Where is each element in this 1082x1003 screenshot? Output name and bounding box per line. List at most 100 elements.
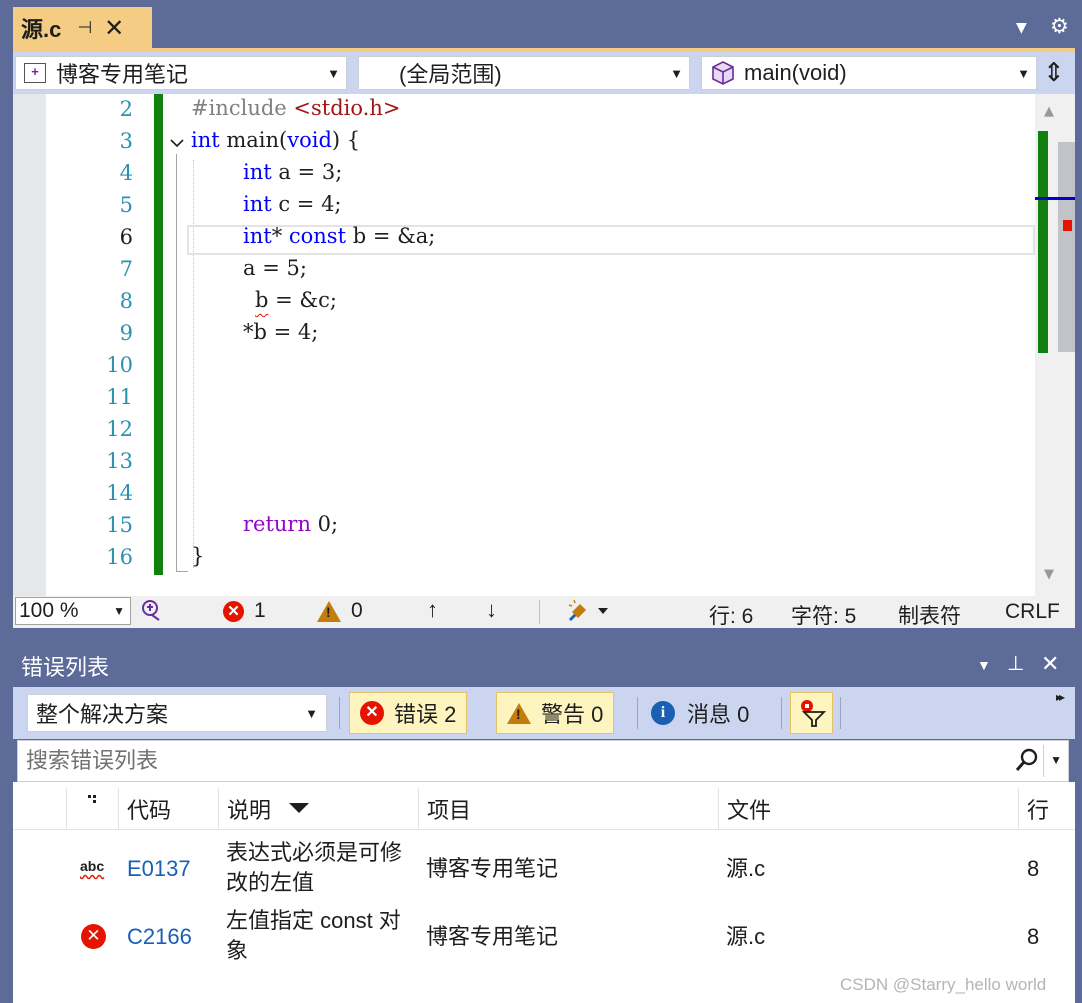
code-editor[interactable]: 2 3 4 5 6 7 8 9 10 11 12 13 14 15 16 #in…	[13, 94, 1075, 596]
warnings-filter-button[interactable]: 警告 0	[496, 692, 615, 734]
pointer-star: *	[243, 320, 254, 344]
chevron-down-icon[interactable]: ▼	[1050, 753, 1062, 767]
line-number: 7	[119, 257, 133, 281]
zoom-dropdown[interactable]: 100 % ▼	[15, 597, 131, 625]
punctuation: ) {	[331, 128, 361, 152]
warnings-filter-label: 警告 0	[541, 702, 604, 727]
table-row[interactable]: abc E0137 表达式必须是可修 改的左值 博客专用笔记 源.c 8	[13, 834, 1075, 904]
close-icon[interactable]: ✕	[1041, 651, 1059, 677]
column-label: 说明	[227, 798, 272, 823]
warning-count[interactable]: 0	[317, 599, 363, 623]
outline-fold-end	[176, 571, 188, 572]
filter-icon	[800, 700, 826, 727]
column-header-severity[interactable]	[66, 788, 118, 830]
statement: = &c;	[268, 288, 337, 312]
statement: a = 3;	[271, 160, 343, 184]
line-number: 5	[119, 193, 133, 217]
scope-filter-value: 整个解决方案	[36, 702, 169, 727]
column-header-file[interactable]: 文件	[718, 788, 1018, 830]
scroll-down-icon[interactable]: ▼	[1044, 567, 1054, 582]
line-number: 15	[106, 513, 133, 537]
zoom-level: 100 %	[19, 599, 79, 622]
line-number: 16	[106, 545, 133, 569]
table-row[interactable]: ✕ C2166 左值指定 const 对 象 博客专用笔记 源.c 8	[13, 904, 1075, 974]
info-icon: i	[651, 701, 675, 725]
search-input[interactable]	[26, 748, 1006, 774]
error-line: 8	[1027, 856, 1040, 881]
tab-list-dropdown-icon[interactable]: ▼	[1016, 20, 1027, 36]
line-number: 2	[119, 97, 133, 121]
error-list-titlebar[interactable]: 错误列表 ▼ ⊥ ✕	[13, 645, 1075, 687]
keyword: const	[288, 224, 347, 248]
scope-dropdown[interactable]: (全局范围) ▼	[358, 56, 690, 90]
code-line-3: int main(void) {	[191, 128, 360, 152]
split-window-icon[interactable]: ⇕	[1043, 58, 1065, 88]
overview-error-marker[interactable]	[1063, 220, 1072, 231]
pin-icon[interactable]: ⊥	[1007, 651, 1024, 676]
scope-filter-dropdown[interactable]: 整个解决方案 ▼	[27, 694, 327, 732]
error-icon: ✕	[360, 701, 384, 725]
errors-filter-button[interactable]: ✕ 错误 2	[349, 692, 468, 734]
navigation-bar: + 博客专用笔记 ▼ (全局范围) ▼ main(void) ▼ ⇕	[13, 52, 1075, 94]
keyword: int	[243, 160, 272, 184]
pin-icon[interactable]: ⊣	[77, 18, 92, 38]
code-line-5: int c = 4;	[243, 192, 342, 216]
previous-issue-icon[interactable]: ↑	[427, 597, 438, 623]
error-list-search[interactable]: ▼	[17, 740, 1069, 782]
error-count[interactable]: ✕ 1	[223, 599, 266, 623]
cursor-row[interactable]: 行: 6	[709, 600, 753, 630]
column-header-code[interactable]: 代码	[118, 788, 218, 830]
line-number: 3	[119, 129, 133, 153]
overview-caret-marker	[1035, 197, 1075, 200]
window-menu-icon[interactable]: ▼	[977, 657, 991, 673]
messages-filter-label: 消息 0	[687, 702, 750, 727]
statement: a = 5;	[243, 256, 307, 280]
error-project: 博客专用笔记	[426, 924, 559, 949]
line-ending[interactable]: CRLF	[1005, 600, 1060, 624]
collapse-toggle-icon[interactable]	[169, 134, 185, 153]
toolbar-divider	[840, 697, 841, 729]
messages-filter-button[interactable]: i 消息 0	[641, 692, 759, 734]
error-code-link[interactable]: E0137	[127, 854, 191, 884]
statement: = 4;	[266, 320, 319, 344]
statement: 0;	[311, 512, 339, 536]
include-directive: #include	[191, 96, 287, 120]
gear-icon[interactable]: ⚙	[1050, 14, 1069, 38]
chevron-down-icon: ▼	[670, 65, 683, 81]
close-icon[interactable]: ✕	[104, 16, 124, 40]
error-description: 表达式必须是可修	[226, 840, 403, 865]
closing-brace: }	[191, 544, 205, 568]
column-header-line[interactable]: 行	[1018, 788, 1075, 830]
next-issue-icon[interactable]: ↓	[486, 597, 497, 623]
scroll-up-icon[interactable]: ▲	[1044, 104, 1054, 119]
error-list-title: 错误列表	[21, 655, 110, 680]
project-icon: +	[24, 63, 46, 83]
change-tracking-bar	[154, 94, 163, 575]
code-line-9: *b = 4;	[243, 320, 318, 344]
tab-source-file[interactable]: 源.c ⊣ ✕	[13, 7, 152, 49]
member-dropdown[interactable]: main(void) ▼	[701, 56, 1037, 90]
toolbar-divider	[637, 697, 638, 729]
error-count-value: 1	[254, 599, 266, 622]
indent-mode[interactable]: 制表符	[898, 600, 961, 630]
member-name: main(void)	[744, 60, 847, 85]
scroll-thumb[interactable]	[1058, 142, 1075, 352]
column-header-description[interactable]: 说明	[218, 788, 418, 830]
intellicode-icon[interactable]	[139, 598, 163, 628]
line-number: 8	[119, 289, 133, 313]
cursor-column[interactable]: 字符: 5	[791, 600, 856, 630]
line-number: 10	[106, 353, 133, 377]
search-icon[interactable]	[1014, 747, 1040, 779]
project-dropdown[interactable]: + 博客专用笔记 ▼	[15, 56, 347, 90]
error-code-link[interactable]: C2166	[127, 922, 192, 952]
column-header-project[interactable]: 项目	[418, 788, 718, 830]
code-cleanup-icon[interactable]	[566, 598, 610, 630]
spelling-error-icon: abc	[80, 858, 105, 874]
toolbar-divider	[339, 697, 340, 729]
toolbar-overflow-icon[interactable]: ▸▸	[1056, 690, 1065, 704]
function-name: main(	[226, 128, 288, 152]
error-description: 左值指定 const 对	[226, 908, 401, 933]
code-line-6: int* const b = &a;	[243, 224, 435, 248]
build-intellisense-filter-button[interactable]	[790, 692, 833, 734]
code-line-15: return 0;	[243, 512, 338, 536]
